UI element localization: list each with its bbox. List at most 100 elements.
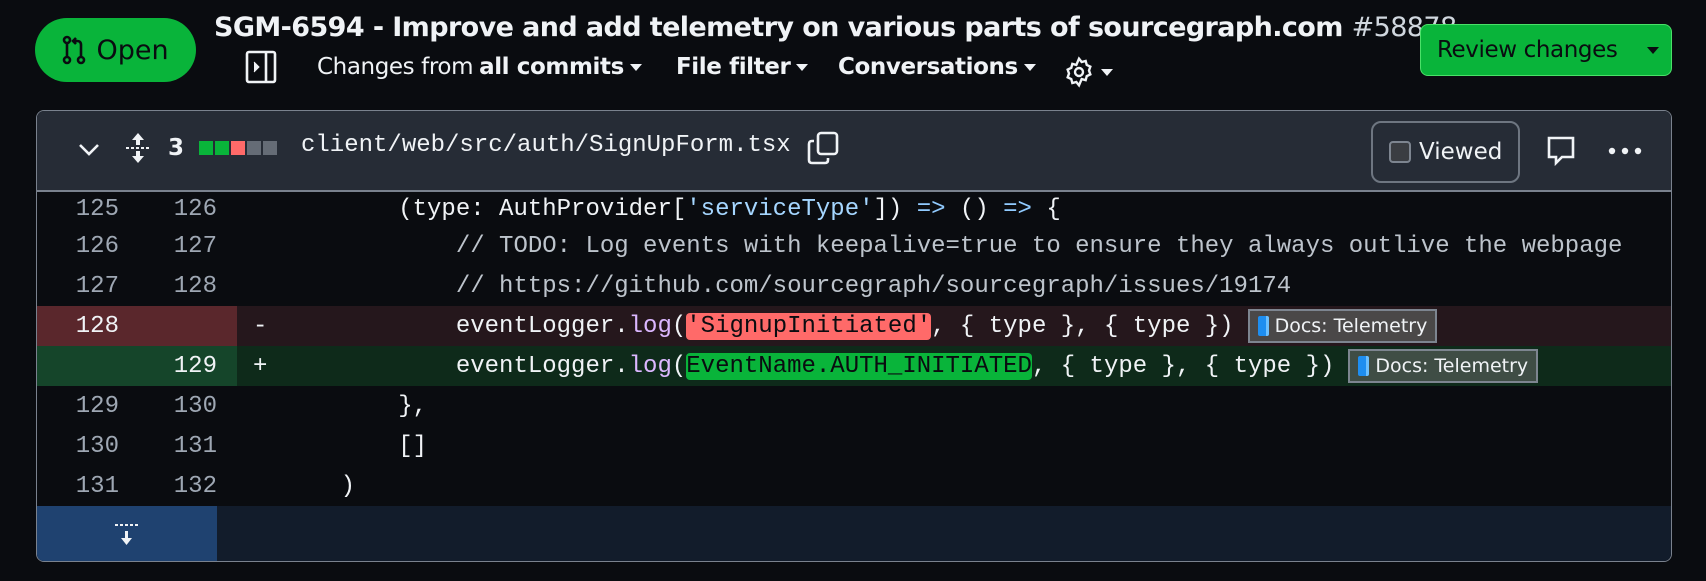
gear-icon	[1066, 56, 1092, 88]
diffstat-square-neutral	[263, 141, 277, 155]
code-token: ])	[873, 195, 917, 223]
code-token: // https://github.com/sourcegraph/source…	[283, 272, 1292, 300]
comment-icon[interactable]	[1546, 135, 1576, 167]
code-token: )	[283, 472, 356, 500]
file-path: client/web/src/auth/SignUpForm.tsx	[301, 132, 791, 159]
caret-down-icon	[1101, 68, 1113, 76]
review-changes-button[interactable]: Review changes	[1420, 24, 1672, 76]
file-filter-label: File filter	[676, 54, 791, 80]
code-content: // https://github.com/sourcegraph/source…	[283, 266, 1291, 306]
line-number-old[interactable]: 130	[37, 426, 137, 466]
settings-dropdown[interactable]	[1063, 56, 1113, 88]
conversations-dropdown[interactable]: Conversations	[838, 54, 1036, 80]
changed-lines-count: 3	[168, 135, 185, 161]
diff-line: 129 130 },	[37, 386, 1671, 426]
docs-telemetry-label: Docs: Telemetry	[1274, 315, 1428, 337]
sidebar-toggle-button[interactable]	[245, 50, 277, 88]
conversations-label: Conversations	[838, 54, 1018, 80]
diffstat-square-neutral	[247, 141, 261, 155]
line-number-old[interactable]: 128	[37, 306, 137, 346]
line-number-new[interactable]: 128	[137, 266, 237, 306]
code-token: // TODO: Log events with keepalive=true …	[283, 232, 1623, 260]
code-content: eventLogger. log(EventName.AUTH_INITIATED…	[283, 346, 1539, 386]
file-filter-dropdown[interactable]: File filter	[676, 54, 809, 80]
code-content: (type: AuthProvider['serviceType']) => (…	[283, 192, 1061, 226]
sidebar-expand-icon	[245, 50, 277, 84]
expand-down-button[interactable]	[37, 506, 217, 561]
code-content: },	[283, 386, 427, 426]
diffstat-square-added	[199, 141, 213, 155]
pr-title-text: SGM-6594 - Improve and add telemetry on …	[214, 12, 1343, 43]
pr-title: SGM-6594 - Improve and add telemetry on …	[214, 12, 1457, 43]
line-number-new[interactable]: 132	[137, 466, 237, 506]
code-token: []	[283, 432, 428, 460]
code-token: log	[628, 352, 672, 380]
caret-down-icon	[629, 63, 642, 71]
diff-line: 129 + eventLogger. log(EventName.AUTH_INIT…	[37, 346, 1671, 386]
line-number-old[interactable]: 126	[37, 226, 137, 266]
code-token: (	[671, 352, 687, 380]
line-number-new[interactable]: 126	[137, 192, 237, 226]
expand-all-icon[interactable]	[125, 132, 151, 164]
code-token: (type: AuthProvider[	[283, 195, 687, 223]
code-token: eventLogger.	[283, 352, 629, 380]
code-token: {	[1031, 195, 1061, 223]
diffstat-bar	[199, 141, 279, 155]
changes-from-label: Changes from	[317, 54, 474, 80]
line-number-new[interactable]	[137, 306, 237, 346]
pr-status-label: Open	[96, 34, 169, 66]
code-content: )	[283, 466, 355, 506]
code-token: EventName.AUTH_INITIATED	[686, 352, 1032, 380]
code-token: log	[628, 312, 672, 340]
diffstat-square-added	[215, 141, 229, 155]
code-token: , { type }, { type })	[1031, 352, 1335, 380]
code-content: []	[283, 426, 427, 466]
code-token: ()	[945, 195, 1004, 223]
diff-line: 127 128 // https://github.com/sourcegraph…	[37, 266, 1671, 306]
caret-down-icon	[796, 63, 809, 71]
diff-line: 128 - eventLogger. log('SignupInitiated', …	[37, 306, 1671, 346]
code-token: 'SignupInitiated'	[686, 312, 932, 340]
viewed-label: Viewed	[1419, 139, 1503, 165]
expand-down-icon	[115, 523, 138, 545]
chevron-down-icon[interactable]	[77, 142, 101, 158]
diff-line: 125 126 (type: AuthProvider['serviceType'…	[37, 192, 1671, 226]
diff-line: 126 127 // TODO: Log events with keepaliv…	[37, 226, 1671, 266]
diff-line: 130 131 []	[37, 426, 1671, 466]
diffstat-square-deleted	[231, 141, 245, 155]
diff-marker: +	[253, 352, 268, 380]
line-number-new[interactable]: 129	[137, 346, 237, 386]
code-token: eventLogger.	[283, 312, 629, 340]
code-token: , { type }, { type })	[931, 312, 1234, 340]
diff-marker: -	[253, 312, 268, 340]
line-number-new[interactable]: 127	[137, 226, 237, 266]
line-number-old[interactable]: 127	[37, 266, 137, 306]
diff-line: 131 132 )	[37, 466, 1671, 506]
line-number-old[interactable]: 129	[37, 386, 137, 426]
line-number-old[interactable]	[37, 346, 137, 386]
line-number-old[interactable]: 125	[37, 192, 137, 226]
code-content: eventLogger. log('SignupInitiated', { typ…	[283, 306, 1438, 346]
code-token: (	[671, 312, 687, 340]
line-number-old[interactable]: 131	[37, 466, 137, 506]
code-token: 'serviceType'	[686, 195, 874, 223]
line-number-new[interactable]: 130	[137, 386, 237, 426]
book-icon	[1358, 356, 1370, 376]
changes-from-dropdown[interactable]: Changes from all commits	[317, 54, 642, 80]
docs-telemetry-badge[interactable]: Docs: Telemetry	[1348, 349, 1539, 383]
line-number-new[interactable]: 131	[137, 426, 237, 466]
more-options-icon[interactable]	[1608, 147, 1642, 155]
pr-status-badge: Open	[35, 18, 196, 82]
copy-icon[interactable]	[807, 131, 839, 165]
viewed-toggle[interactable]: Viewed	[1371, 121, 1520, 183]
book-icon	[1257, 316, 1269, 336]
expand-row	[37, 506, 1671, 561]
file-header: 3 client/web/src/auth/SignUpForm.tsx Vie…	[37, 111, 1671, 192]
code-content: // TODO: Log events with keepalive=true …	[283, 226, 1623, 266]
review-changes-label: Review changes	[1437, 37, 1618, 63]
file-diff: 3 client/web/src/auth/SignUpForm.tsx Vie…	[36, 110, 1672, 562]
docs-telemetry-label: Docs: Telemetry	[1375, 355, 1529, 377]
viewed-checkbox[interactable]	[1389, 141, 1411, 163]
docs-telemetry-badge[interactable]: Docs: Telemetry	[1247, 309, 1438, 343]
changes-from-value: all commits	[479, 54, 624, 80]
